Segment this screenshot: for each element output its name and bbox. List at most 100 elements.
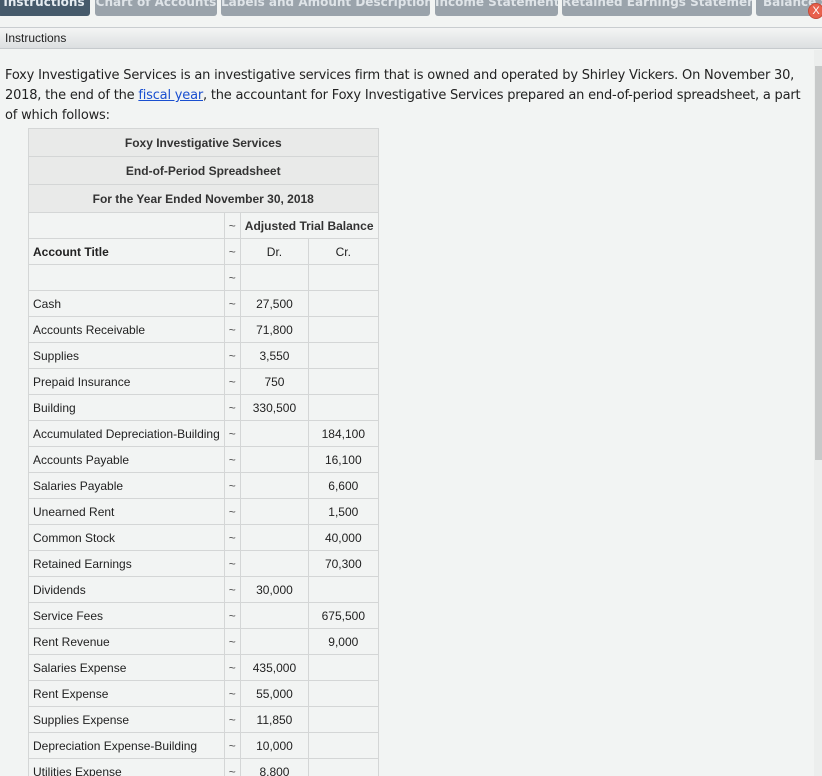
spreadsheet-period: For the Year Ended November 30, 2018 bbox=[28, 184, 379, 213]
credit-amount bbox=[308, 654, 379, 681]
tilde-marker: ~ bbox=[223, 368, 241, 395]
account-title: Retained Earnings bbox=[28, 550, 225, 577]
table-row: Accounts Receivable ~71,800 bbox=[28, 316, 379, 343]
tab-retained-earnings-statement[interactable]: Retained Earnings Statement bbox=[562, 0, 752, 16]
account-title: Building bbox=[28, 394, 225, 421]
debit-amount: 8,800 bbox=[239, 758, 310, 776]
panel-header: Instructions bbox=[0, 27, 822, 49]
debit-amount bbox=[239, 446, 310, 473]
debit-amount: 10,000 bbox=[239, 732, 310, 759]
debit-amount bbox=[239, 472, 310, 499]
instructions-text: Foxy Investigative Services is an invest… bbox=[5, 66, 805, 126]
credit-amount bbox=[308, 316, 379, 343]
table-row: Accumulated Depreciation-Building ~184,10… bbox=[28, 420, 379, 447]
close-button[interactable]: X bbox=[808, 3, 822, 19]
credit-amount: 70,300 bbox=[308, 550, 379, 577]
blank-cell bbox=[308, 264, 379, 291]
table-row: Unearned Rent ~1,500 bbox=[28, 498, 379, 525]
blank-cell bbox=[28, 212, 225, 239]
adjusted-trial-balance-header: Adjusted Trial Balance bbox=[239, 212, 379, 239]
account-title: Accounts Receivable bbox=[28, 316, 225, 343]
scrollbar-thumb[interactable] bbox=[815, 66, 822, 460]
account-title: Cash bbox=[28, 290, 225, 317]
credit-amount: 16,100 bbox=[308, 446, 379, 473]
credit-amount bbox=[308, 394, 379, 421]
tilde-marker: ~ bbox=[223, 446, 241, 473]
debit-amount: 11,850 bbox=[239, 706, 310, 733]
tilde-marker: ~ bbox=[223, 316, 241, 343]
company-name: Foxy Investigative Services bbox=[28, 128, 379, 157]
blank-cell bbox=[28, 264, 225, 291]
tilde-marker: ~ bbox=[223, 212, 241, 239]
tilde-marker: ~ bbox=[223, 472, 241, 499]
debit-amount: 71,800 bbox=[239, 316, 310, 343]
credit-amount bbox=[308, 680, 379, 707]
account-title: Rent Revenue bbox=[28, 628, 225, 655]
credit-amount bbox=[308, 290, 379, 317]
tab-income-statement[interactable]: Income Statement bbox=[435, 0, 558, 16]
fiscal-year-link[interactable]: fiscal year bbox=[138, 88, 203, 103]
debit-amount bbox=[239, 420, 310, 447]
credit-amount bbox=[308, 706, 379, 733]
debit-amount: 30,000 bbox=[239, 576, 310, 603]
close-icon: X bbox=[812, 5, 820, 17]
table-row: Retained Earnings ~70,300 bbox=[28, 550, 379, 577]
tab-instructions[interactable]: Instructions bbox=[0, 0, 90, 16]
tab-bar: Instructions Chart of Accounts Labels an… bbox=[0, 0, 822, 18]
table-row: Salaries Expense ~435,000 bbox=[28, 654, 379, 681]
debit-amount: 55,000 bbox=[239, 680, 310, 707]
credit-amount bbox=[308, 576, 379, 603]
table-row: Rent Expense ~55,000 bbox=[28, 680, 379, 707]
debit-amount: 3,550 bbox=[239, 342, 310, 369]
table-row: Salaries Payable ~6,600 bbox=[28, 472, 379, 499]
credit-amount: 40,000 bbox=[308, 524, 379, 551]
tilde-marker: ~ bbox=[223, 524, 241, 551]
credit-amount bbox=[308, 732, 379, 759]
table-row: Rent Revenue ~9,000 bbox=[28, 628, 379, 655]
tilde-marker: ~ bbox=[223, 654, 241, 681]
table-row: Supplies ~3,550 bbox=[28, 342, 379, 369]
tilde-marker: ~ bbox=[223, 576, 241, 603]
table-row: Depreciation Expense-Building ~10,000 bbox=[28, 732, 379, 759]
credit-amount: 675,500 bbox=[308, 602, 379, 629]
blank-cell bbox=[239, 264, 310, 291]
account-title: Supplies bbox=[28, 342, 225, 369]
tab-chart-of-accounts[interactable]: Chart of Accounts bbox=[95, 0, 217, 16]
tilde-marker: ~ bbox=[223, 732, 241, 759]
table-row: Service Fees ~675,500 bbox=[28, 602, 379, 629]
account-title: Accumulated Depreciation-Building bbox=[28, 420, 225, 447]
credit-amount bbox=[308, 342, 379, 369]
account-title: Utilities Expense bbox=[28, 758, 225, 776]
credit-amount bbox=[308, 758, 379, 776]
table-row: Building ~330,500 bbox=[28, 394, 379, 421]
tilde-marker: ~ bbox=[223, 498, 241, 525]
credit-header: Cr. bbox=[308, 238, 379, 265]
tab-labels-and-amount-descriptions[interactable]: Labels and Amount Descriptions bbox=[221, 0, 430, 16]
debit-amount: 750 bbox=[239, 368, 310, 395]
spreadsheet-title: End-of-Period Spreadsheet bbox=[28, 156, 379, 185]
tilde-marker: ~ bbox=[223, 264, 241, 291]
tilde-marker: ~ bbox=[223, 680, 241, 707]
account-title-header: Account Title bbox=[28, 238, 225, 265]
tilde-marker: ~ bbox=[223, 420, 241, 447]
tilde-marker: ~ bbox=[223, 394, 241, 421]
debit-amount: 330,500 bbox=[239, 394, 310, 421]
debit-amount: 27,500 bbox=[239, 290, 310, 317]
tilde-marker: ~ bbox=[223, 238, 241, 265]
account-title: Supplies Expense bbox=[28, 706, 225, 733]
panel-title: Instructions bbox=[5, 31, 67, 45]
account-title: Depreciation Expense-Building bbox=[28, 732, 225, 759]
end-of-period-spreadsheet: Foxy Investigative Services End-of-Perio… bbox=[28, 128, 379, 776]
debit-header: Dr. bbox=[239, 238, 310, 265]
credit-amount: 1,500 bbox=[308, 498, 379, 525]
debit-amount: 435,000 bbox=[239, 654, 310, 681]
debit-amount bbox=[239, 602, 310, 629]
tilde-marker: ~ bbox=[223, 290, 241, 317]
account-title: Prepaid Insurance bbox=[28, 368, 225, 395]
credit-amount: 9,000 bbox=[308, 628, 379, 655]
account-title: Accounts Payable bbox=[28, 446, 225, 473]
table-row: Dividends ~30,000 bbox=[28, 576, 379, 603]
table-row: Utilities Expense ~8,800 bbox=[28, 758, 379, 776]
tilde-marker: ~ bbox=[223, 628, 241, 655]
account-title: Service Fees bbox=[28, 602, 225, 629]
